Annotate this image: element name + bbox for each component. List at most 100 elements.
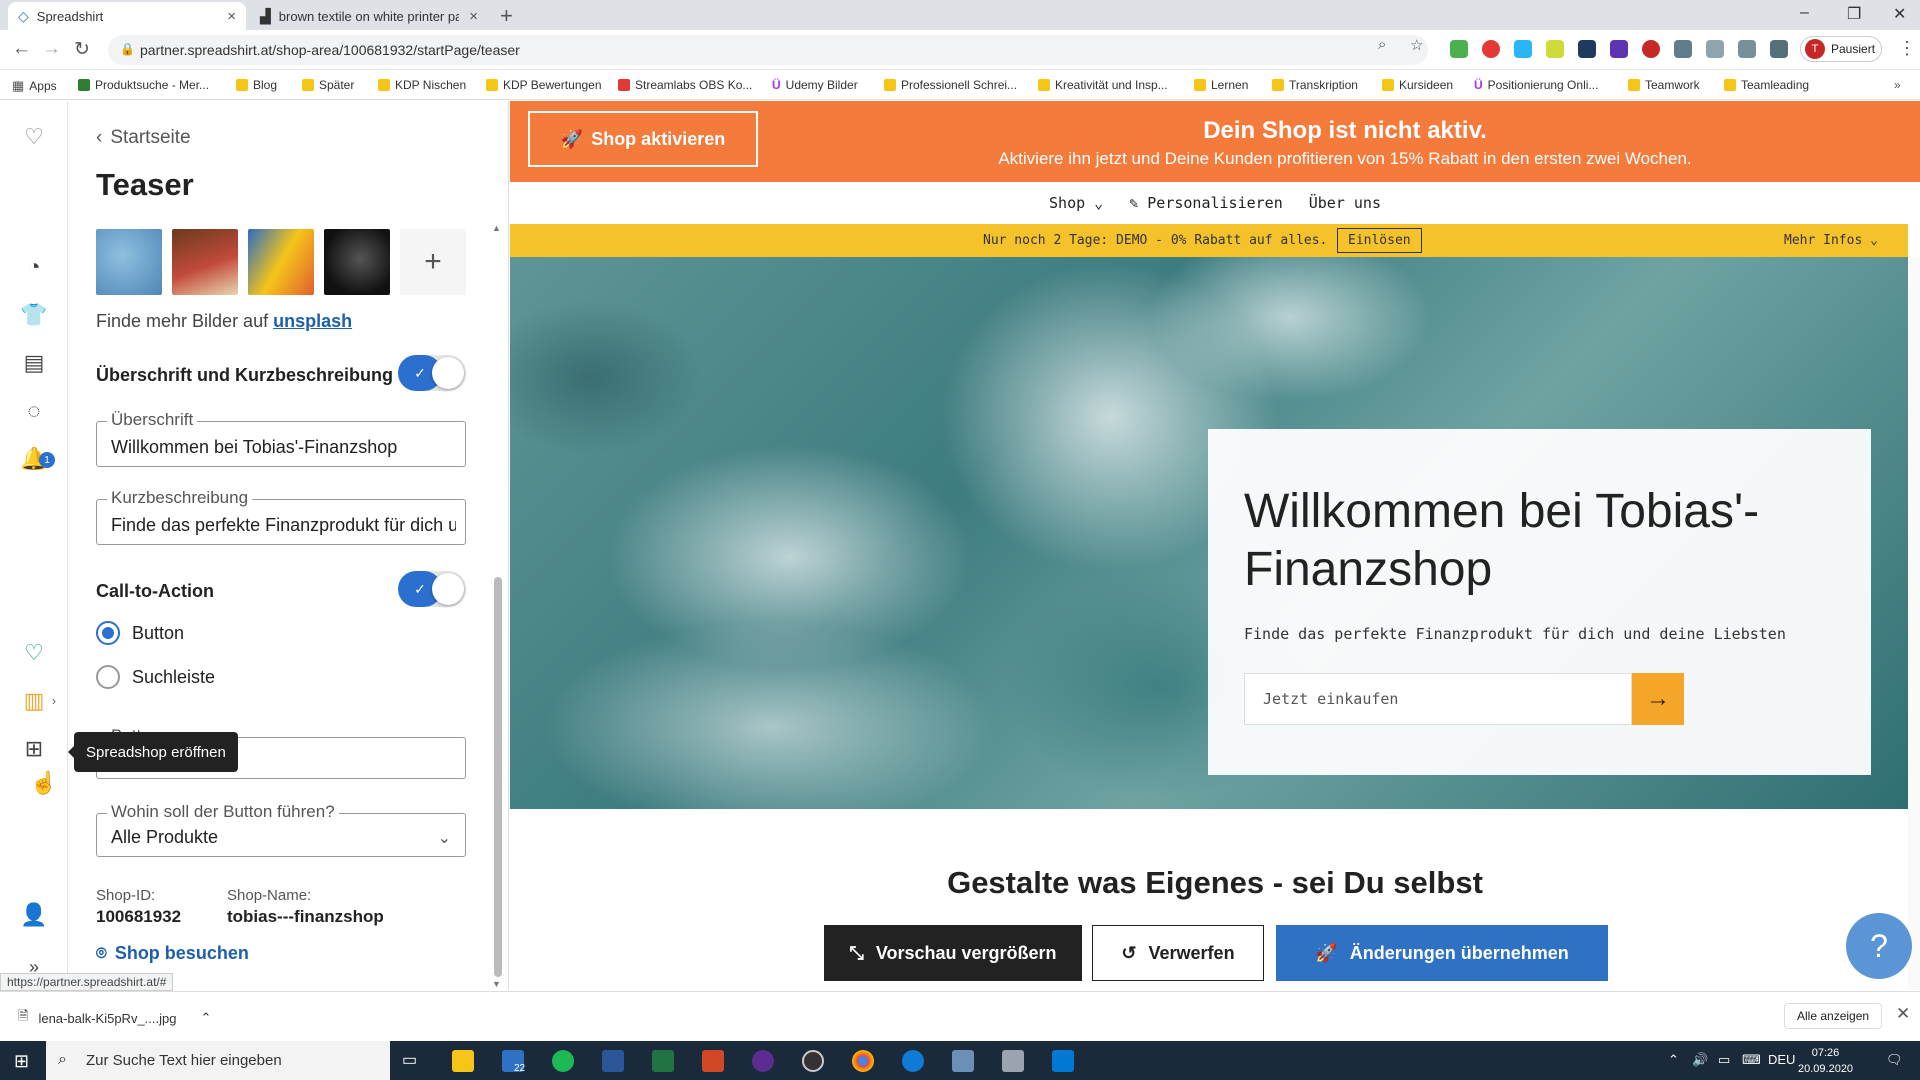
extension-icon[interactable] [1674,40,1692,58]
cta-toggle[interactable]: ✓ [398,571,466,607]
tshirt-icon[interactable]: 👕 [20,301,48,329]
nav-shop[interactable]: Shop ⌄ [1049,194,1103,212]
bookmark-item[interactable]: Teamleading [1724,78,1809,92]
windows-start-icon[interactable]: ⊞ [14,1051,29,1072]
address-bar[interactable]: 🔒 partner.spreadshirt.at/shop-area/10068… [108,35,1428,65]
menu-icon[interactable]: ⋮ [1898,38,1916,59]
apply-changes-button[interactable]: 🚀 Änderungen übernehmen [1276,925,1608,981]
enlarge-preview-button[interactable]: ⤡ Vorschau vergrößern [824,925,1082,981]
window-close-icon[interactable]: ✕ [1893,4,1906,24]
language-indicator[interactable]: DEU [1768,1052,1795,1067]
bookmark-item[interactable]: Ü Udemy Bilder [772,78,858,92]
chevron-right-icon[interactable]: › [52,694,56,708]
extension-icon[interactable] [1450,40,1468,58]
bookmark-item[interactable]: KDP Bewertungen [486,78,602,92]
forward-icon[interactable]: → [42,38,61,60]
unsplash-link[interactable]: unsplash [273,311,352,331]
arrow-right-icon[interactable]: → [1632,673,1684,725]
add-image-button[interactable]: + [400,229,466,295]
file-explorer-icon[interactable] [452,1050,474,1072]
bookmark-item[interactable]: Später [302,78,354,92]
tab-close-icon[interactable]: × [227,8,236,25]
minimize-icon[interactable]: – [1800,4,1809,22]
spreadshop-heart-icon[interactable]: ♡ [20,639,48,667]
bookmark-item[interactable]: Blog [236,78,277,92]
bookmark-item[interactable]: Kreativität und Insp... [1038,78,1168,92]
activate-shop-button[interactable]: 🚀 Shop aktivieren [528,111,758,167]
image-thumbnail-ocean[interactable] [96,229,162,295]
adblock-icon[interactable] [1642,40,1660,58]
close-download-bar-icon[interactable]: ✕ [1896,1004,1910,1024]
bookmark-item[interactable]: Kursideen [1382,78,1453,92]
spreadshirt-logo-icon[interactable]: ♡ [20,123,48,151]
powerpoint-icon[interactable] [702,1050,724,1072]
lightbulb-icon[interactable]: ◌ [20,397,48,425]
nav-personalize[interactable]: ✎ Personalisieren [1129,194,1283,212]
clock[interactable]: 07:26 20.09.2020 [1798,1045,1853,1077]
notepad-icon[interactable] [1002,1050,1024,1072]
edge-icon[interactable] [902,1050,924,1072]
scroll-down-icon[interactable]: ▼ [492,979,501,989]
bookmark-item[interactable]: Streamlabs OBS Ko... [618,78,752,92]
image-thumbnail-pineapple[interactable] [248,229,314,295]
radio-search-option[interactable]: Suchleiste [96,665,215,689]
visit-shop-link[interactable]: ⌾ Shop besuchen [96,943,249,964]
fullscreen-icon[interactable] [1706,40,1724,58]
bookmark-apps[interactable]: ▦ Apps [12,78,57,94]
tab-close-icon[interactable]: × [469,8,478,25]
extension-icon[interactable] [1514,40,1532,58]
extension-icon[interactable] [1546,40,1564,58]
bookmark-item[interactable]: Teamwork [1628,78,1700,92]
restore-icon[interactable]: ❐ [1847,4,1861,24]
description-field[interactable]: Kurzbeschreibung Finde das perfekte Fina… [96,488,466,545]
bookmark-item[interactable]: Transkription [1272,78,1358,92]
tab-spreadshirt[interactable]: ◇ Spreadshirt × [8,2,246,30]
user-icon[interactable]: 👤 [20,901,48,929]
help-button[interactable]: ? [1846,913,1912,979]
tab-unsplash[interactable]: ▟ brown textile on white printer pa × [250,2,488,30]
bookmark-item[interactable]: KDP Nischen [378,78,466,92]
button-target-select[interactable]: Wohin soll der Button führen? Alle Produ… [96,802,466,857]
bookmarks-overflow-icon[interactable]: » [1894,78,1901,92]
bookmark-item[interactable]: Lernen [1194,78,1248,92]
more-info-link[interactable]: Mehr Infos ⌄ [1784,233,1878,248]
headline-field[interactable]: Überschrift Willkommen bei Tobias'-Finan… [96,410,466,467]
zoom-icon[interactable]: ⌕ [1378,36,1386,53]
taskbar-search[interactable]: ⌕ Zur Suche Text hier eingeben [46,1041,390,1080]
add-shop-icon[interactable]: ⊞ [20,735,48,763]
redeem-button[interactable]: Einlösen [1337,228,1422,253]
chrome-icon[interactable] [852,1050,874,1072]
image-thumbnail-camera[interactable] [324,229,390,295]
panel-scrollbar[interactable]: ▲ ▼ [492,223,504,989]
extension-icon[interactable] [1578,40,1596,58]
eyedropper-icon[interactable] [1738,40,1756,58]
task-view-icon[interactable]: ▭ [402,1050,424,1072]
radio-button-option[interactable]: Button [96,621,184,645]
hero-search-input[interactable]: Jetzt einkaufen [1244,673,1632,725]
image-thumbnail-christmas[interactable] [172,229,238,295]
download-item[interactable]: 🗎 lena-balk-Ki5pRv_....jpg ⌃ [18,1007,211,1029]
show-all-downloads-button[interactable]: Alle anzeigen [1784,1003,1883,1029]
reload-icon[interactable]: ↻ [74,38,90,61]
excel-icon[interactable] [652,1050,674,1072]
back-icon[interactable]: ← [12,38,31,60]
nav-about[interactable]: Über uns [1309,194,1381,212]
word-icon[interactable] [602,1050,624,1072]
spotify-icon[interactable] [552,1050,574,1072]
app-icon[interactable] [752,1050,774,1072]
bookmark-item[interactable]: Produktsuche - Mer... [78,78,209,92]
bookmark-item[interactable]: Ü Positionierung Onli... [1474,78,1598,92]
obs-icon[interactable] [802,1050,824,1072]
notifications-icon[interactable]: 🗨 [1886,1052,1903,1068]
profile-button[interactable]: T Pausiert [1800,36,1882,62]
bookmark-item[interactable]: Professionell Schrei... [884,78,1017,92]
scroll-up-icon[interactable]: ▲ [492,223,501,233]
extension-icon[interactable] [1610,40,1628,58]
discard-button[interactable]: ↺ Verwerfen [1092,925,1264,981]
shop-icon[interactable]: ▥ [20,687,48,715]
volume-icon[interactable]: 🔊 [1692,1052,1708,1068]
extension-icon[interactable] [1482,40,1500,58]
tray-chevron-icon[interactable]: ⌃ [1668,1052,1679,1068]
outlook-icon[interactable] [1052,1050,1074,1072]
network-icon[interactable]: ▭ [1718,1052,1730,1068]
